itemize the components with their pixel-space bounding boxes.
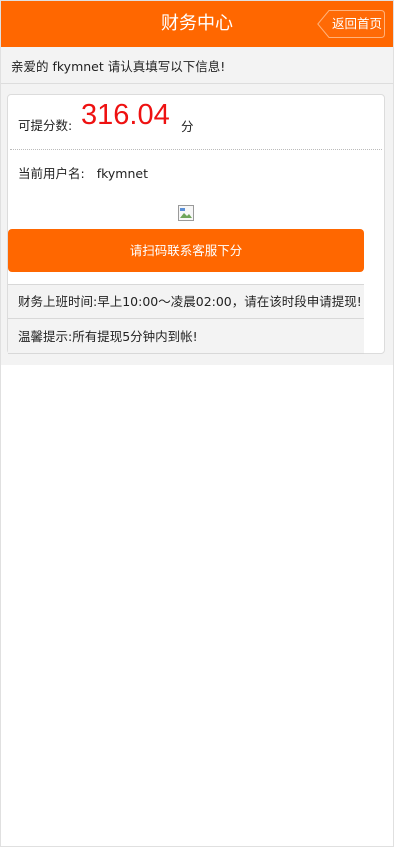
greeting-text: 亲爱的 fkymnet 请认真填写以下信息!	[11, 59, 226, 74]
points-unit: 分	[181, 119, 194, 134]
content-area: 亲爱的 fkymnet 请认真填写以下信息! 可提分数: 316.04 分 当前…	[1, 47, 393, 365]
withdraw-tip-notice: 温馨提示:所有提现5分钟内到帐!	[8, 318, 364, 354]
divider	[1, 83, 393, 84]
username-row: 当前用户名: fkymnet	[18, 163, 148, 182]
username-value: fkymnet	[96, 166, 148, 181]
withdraw-card: 可提分数: 316.04 分 当前用户名: fkymnet 请扫码联系客服下分 …	[7, 94, 385, 354]
points-value: 316.04	[81, 99, 170, 131]
points-label: 可提分数:	[18, 118, 73, 133]
broken-image-icon	[178, 205, 194, 221]
back-home-label: 返回首页	[331, 16, 382, 31]
divider	[10, 149, 382, 150]
app-header: 财务中心 返回首页	[1, 1, 393, 47]
app-frame: 财务中心 返回首页 亲爱的 fkymnet 请认真填写以下信息! 可提分数: 3…	[0, 0, 394, 847]
username-label: 当前用户名:	[18, 166, 85, 181]
scan-contact-button[interactable]: 请扫码联系客服下分	[8, 229, 364, 272]
business-hours-notice: 财务上班时间:早上10:00～凌晨02:00，请在该时段申请提现!	[8, 284, 364, 318]
back-home-button[interactable]: 返回首页	[317, 10, 385, 38]
